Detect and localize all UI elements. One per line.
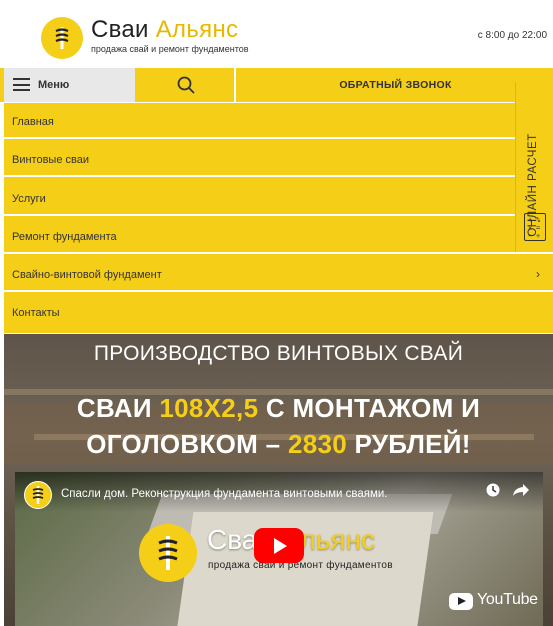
search-button[interactable] — [136, 68, 236, 102]
video-embed[interactable]: Спасли дом. Реконструкция фундамента вин… — [15, 472, 543, 626]
youtube-icon — [449, 593, 473, 610]
pile-screw-icon — [158, 536, 178, 570]
video-logo — [139, 524, 197, 582]
hero-title-part3: ОГОЛОВКОМ – — [86, 429, 288, 459]
video-title[interactable]: Спасли дом. Реконструкция фундамента вин… — [61, 488, 388, 500]
logo[interactable] — [41, 17, 83, 59]
menu-button[interactable]: Меню — [4, 68, 135, 102]
hero-title-part2: С МОНТАЖОМ И — [258, 393, 481, 423]
nav-item-foundation-repair[interactable]: Ремонт фундамента — [4, 218, 553, 254]
channel-avatar[interactable] — [24, 481, 52, 509]
working-hours: с 8:00 до 22:00 — [477, 30, 547, 41]
nav-item-contacts[interactable]: Контакты — [4, 294, 553, 330]
hero-subtitle: ПРОИЗВОДСТВО ВИНТОВЫХ СВАЙ — [93, 342, 464, 365]
play-button[interactable] — [254, 528, 304, 563]
nav-item-screw-piles[interactable]: Винтовые сваи — [4, 141, 553, 177]
youtube-link[interactable]: YouTube — [449, 590, 538, 612]
hero-title: СВАИ 108Х2,5 С МОНТАЖОМ И ОГОЛОВКОМ – 28… — [4, 390, 553, 462]
hero-title-part4: РУБЛЕЙ! — [346, 429, 471, 459]
site-header: Сваи Альянс продажа свай и ремонт фундам… — [0, 0, 553, 68]
play-icon — [274, 538, 287, 554]
nav-item-label: Свайно-винтовой фундамент — [12, 269, 162, 281]
brand-name[interactable]: Сваи Альянс — [91, 16, 238, 44]
nav-item-label: Винтовые сваи — [12, 154, 89, 166]
nav-item-label: Контакты — [12, 307, 60, 319]
pile-screw-icon — [55, 27, 69, 49]
nav-item-services[interactable]: Услуги — [4, 180, 553, 216]
hero-title-highlight1: 108Х2,5 — [159, 393, 259, 423]
calculator-icon: +% × = − ÷ — [524, 213, 546, 241]
brand-part2: Альянс — [155, 16, 239, 43]
hero-title-highlight2: 2830 — [287, 429, 347, 459]
nav-item-label: Услуги — [12, 193, 46, 205]
video-tagline: продажа свай и ремонт фундаментов — [208, 560, 393, 571]
search-icon — [177, 76, 195, 94]
brand-part1: Сваи — [91, 16, 149, 43]
nav-item-home[interactable]: Главная — [4, 103, 553, 139]
nav-menu: Главная Винтовые сваи Услуги Ремонт фунд… — [4, 103, 553, 333]
chevron-right-icon[interactable]: › — [536, 267, 540, 281]
hero-title-part1: СВАИ — [76, 393, 160, 423]
youtube-label: YouTube — [477, 591, 538, 608]
watch-later-icon[interactable] — [485, 482, 501, 498]
top-bar: Меню ОБРАТНЫЙ ЗВОНОК — [0, 68, 553, 102]
menu-label: Меню — [38, 79, 70, 91]
nav-item-label: Ремонт фундамента — [12, 231, 117, 243]
pile-screw-icon — [32, 486, 44, 504]
online-calculation-tab[interactable]: ОНЛАЙН РАСЧЕТ +% × = − ÷ — [515, 82, 553, 252]
nav-item-label: Главная — [12, 116, 54, 128]
callback-button[interactable]: ОБРАТНЫЙ ЗВОНОК — [238, 68, 553, 102]
share-icon[interactable] — [512, 482, 530, 498]
nav-item-pile-foundation[interactable]: Свайно-винтовой фундамент › — [4, 256, 553, 292]
tagline: продажа свай и ремонт фундаментов — [91, 44, 249, 54]
hamburger-icon — [13, 78, 30, 91]
